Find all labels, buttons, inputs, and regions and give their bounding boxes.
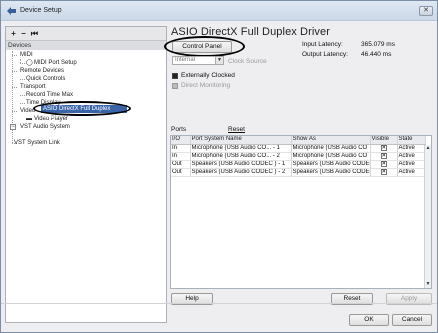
device-setup-icon [7, 7, 16, 15]
row-port-name: Microphone (USB Audio CO... - 1 [190, 144, 292, 153]
add-device-button[interactable]: + [9, 29, 18, 39]
column-header-port-name[interactable]: Port System Name [190, 136, 292, 145]
visible-checkbox[interactable]: ✕ [380, 144, 387, 151]
row-io: In [171, 144, 191, 153]
table-scrollbar[interactable]: ▲ ▼ [424, 145, 431, 288]
tree-item-quick-controls[interactable]: Quick Controls [26, 75, 65, 83]
devices-toolbar: + − ⏮ [6, 27, 166, 41]
row-port-name: Speakers (USB Audio CODEC ) - 2 [190, 168, 292, 177]
column-header-show-as[interactable]: Show As [291, 136, 371, 145]
direct-monitoring-label: Direct Monitoring [181, 82, 231, 89]
tree-item-remote-devices[interactable]: Remote Devices [20, 67, 64, 75]
clock-source-value: Internal [175, 57, 196, 63]
clock-source-select[interactable]: Internal ▼ [172, 56, 224, 65]
ports-label: Ports [171, 126, 187, 133]
row-state: Active [397, 168, 426, 177]
title-bar: Device Setup ✕ [1, 1, 437, 21]
table-row[interactable]: Out Speakers (USB Audio CODEC ) - 2 Spea… [171, 168, 426, 177]
visible-checkbox[interactable]: ✕ [380, 160, 387, 167]
tree-item-vst-system-link[interactable]: VST System Link [14, 139, 60, 147]
output-latency-label: Output Latency: [302, 51, 348, 58]
reset-device-button[interactable]: ⏮ [30, 29, 39, 39]
remove-device-button[interactable]: − [19, 29, 28, 39]
input-latency-label: Input Latency: [302, 41, 343, 48]
row-io: Out [171, 160, 191, 169]
ports-reset-link[interactable]: Reset [228, 126, 245, 133]
row-io: In [171, 152, 191, 161]
direct-monitoring-checkbox[interactable] [172, 83, 178, 89]
highlight-ellipse [33, 101, 131, 116]
row-port-name: Speakers (USB Audio CODEC ) - 1 [190, 160, 292, 169]
video-player-icon: ▬ [26, 116, 32, 122]
tree-item-vst-audio-system[interactable]: VST Audio System [20, 123, 70, 131]
row-show-as[interactable]: Microphone (USB Audio CO [291, 144, 371, 153]
externally-clocked-checkbox[interactable] [172, 73, 178, 79]
device-setup-window: Device Setup ✕ + − ⏮ Devices MIDI ◯ MIDI… [0, 0, 438, 333]
row-io: Out [171, 168, 191, 177]
chevron-down-icon: ▼ [215, 57, 223, 64]
input-latency-value: 365.079 ms [361, 41, 395, 48]
footer-divider [1, 303, 437, 304]
tree-item-record-time-max[interactable]: Record Time Max [26, 91, 73, 99]
tree-item-midi-port-setup[interactable]: MIDI Port Setup [34, 59, 77, 67]
externally-clocked-label: Externally Clocked [181, 72, 235, 79]
midi-port-icon: ◯ [26, 60, 33, 66]
window-title: Device Setup [20, 7, 62, 14]
devices-panel: + − ⏮ Devices MIDI ◯ MIDI Port Setup Rem… [5, 26, 167, 323]
tree-item-midi[interactable]: MIDI [20, 51, 33, 59]
scroll-down-icon[interactable]: ▼ [425, 281, 431, 288]
row-show-as[interactable]: Speakers (USB Audio CODEC [291, 168, 371, 177]
output-latency-value: 46.440 ms [361, 51, 392, 58]
row-show-as[interactable]: Speakers (USB Audio CODEC [291, 160, 371, 169]
row-state: Active [397, 160, 426, 169]
row-show-as[interactable]: Microphone (USB Audio CO [291, 152, 371, 161]
column-header-io[interactable]: I/O [171, 136, 191, 145]
cancel-button[interactable]: Cancel [392, 314, 432, 326]
visible-checkbox[interactable]: ✕ [380, 168, 387, 175]
visible-checkbox[interactable]: ✕ [380, 152, 387, 159]
close-icon: ✕ [423, 7, 429, 14]
ports-table: I/O Port System Name Show As Visible Sta… [170, 135, 432, 289]
ok-button[interactable]: OK [349, 314, 389, 326]
column-header-state[interactable]: State [397, 136, 426, 145]
column-header-visible[interactable]: Visible [370, 136, 398, 145]
devices-header: Devices [6, 41, 166, 50]
table-row[interactable]: In Microphone (USB Audio CO... - 1 Micro… [171, 144, 426, 153]
close-button[interactable]: ✕ [419, 6, 433, 16]
collapse-icon[interactable]: − [10, 124, 16, 130]
control-panel-highlight [164, 36, 245, 57]
clock-source-label: Clock Source [228, 58, 267, 65]
tree-item-transport[interactable]: Transport [20, 83, 45, 91]
row-state: Active [397, 152, 426, 161]
row-port-name: Microphone (USB Audio CO... - 2 [190, 152, 292, 161]
row-state: Active [397, 144, 426, 153]
scroll-up-icon[interactable]: ▲ [425, 145, 431, 152]
table-row[interactable]: In Microphone (USB Audio CO... - 2 Micro… [171, 152, 426, 161]
table-header-row: I/O Port System Name Show As Visible Sta… [171, 136, 426, 145]
table-row[interactable]: Out Speakers (USB Audio CODEC ) - 1 Spea… [171, 160, 426, 169]
